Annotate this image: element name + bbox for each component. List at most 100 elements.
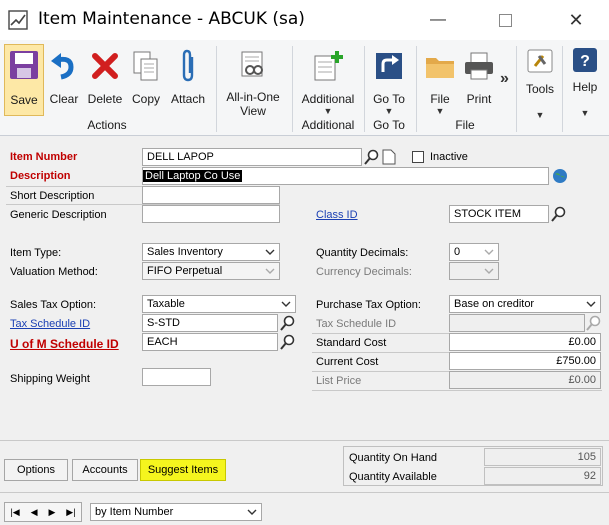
- group-goto: Go To: [373, 118, 405, 132]
- last-record-icon[interactable]: ▶|: [66, 507, 75, 518]
- valuation-method-select[interactable]: FIFO Perpetual: [142, 262, 280, 280]
- close-window-button[interactable]: ✕: [561, 8, 591, 32]
- description-field[interactable]: Dell Laptop Co Use: [142, 167, 549, 185]
- chart-icon: [8, 10, 28, 30]
- divider: [312, 390, 602, 391]
- tools-button[interactable]: Tools ▼: [520, 46, 560, 120]
- standard-cost-field[interactable]: £0.00: [449, 333, 601, 351]
- item-number-label: Item Number: [10, 151, 78, 163]
- uom-schedule-id-field[interactable]: EACH: [142, 333, 278, 351]
- save-icon: [10, 51, 38, 79]
- tax-schedule-id-field[interactable]: S-STD: [142, 314, 278, 332]
- standard-cost-label: Standard Cost: [316, 337, 387, 349]
- divider: [0, 440, 609, 441]
- list-price-label: List Price: [316, 375, 362, 387]
- item-type-value: Sales Inventory: [147, 246, 223, 258]
- folder-icon: [426, 58, 454, 78]
- minimize-button[interactable]: —: [423, 8, 453, 32]
- print-label: Print: [466, 92, 492, 106]
- help-icon: ?: [573, 48, 597, 72]
- short-description-field[interactable]: [142, 186, 280, 204]
- sort-by-value: by Item Number: [95, 506, 174, 518]
- group-actions: Actions: [87, 118, 127, 132]
- item-number-field[interactable]: DELL LAPOP: [142, 148, 362, 166]
- group-additional: Additional: [301, 118, 355, 132]
- ribbon-separator: [292, 46, 293, 132]
- sort-by-select[interactable]: by Item Number: [90, 503, 262, 521]
- class-id-field[interactable]: STOCK ITEM: [449, 205, 549, 223]
- lookup-icon[interactable]: [280, 315, 296, 331]
- chevron-down-icon: [265, 268, 275, 274]
- goto-label: Go To: [373, 92, 405, 106]
- previous-record-icon[interactable]: ◀: [31, 507, 38, 518]
- lookup-icon[interactable]: [551, 206, 567, 222]
- item-type-select[interactable]: Sales Inventory: [142, 243, 280, 261]
- clear-label: Clear: [49, 92, 79, 106]
- window-title: Item Maintenance - ABCUK (sa): [38, 9, 305, 29]
- save-label: Save: [10, 93, 38, 107]
- chevron-down-icon: ▼: [323, 106, 333, 116]
- paperclip-icon: [182, 49, 194, 82]
- quantity-decimals-label: Quantity Decimals:: [316, 247, 409, 259]
- help-label: Help: [572, 80, 598, 94]
- currency-decimals-select[interactable]: [449, 262, 499, 280]
- chevron-down-icon: ▼: [435, 106, 445, 116]
- ribbon-more-button[interactable]: »: [500, 70, 509, 88]
- divider: [312, 352, 450, 353]
- clear-button[interactable]: Clear: [46, 46, 82, 118]
- inactive-checkbox[interactable]: [412, 151, 424, 163]
- tax-schedule-id-link[interactable]: Tax Schedule ID: [10, 318, 90, 330]
- shipping-weight-field[interactable]: [142, 368, 211, 386]
- print-button[interactable]: Print: [460, 46, 498, 118]
- class-id-link[interactable]: Class ID: [316, 209, 358, 221]
- delete-button[interactable]: Delete: [84, 46, 126, 118]
- uom-schedule-id-link[interactable]: U of M Schedule ID: [10, 337, 119, 351]
- ribbon-separator: [562, 46, 563, 132]
- note-icon[interactable]: [382, 149, 396, 165]
- purchase-tax-option-value: Base on creditor: [454, 298, 535, 310]
- attach-button[interactable]: Attach: [166, 46, 210, 118]
- divider: [312, 333, 450, 334]
- goto-button[interactable]: Go To ▼: [368, 46, 410, 118]
- lookup-icon[interactable]: [280, 334, 296, 350]
- sales-tax-option-select[interactable]: Taxable: [142, 295, 296, 313]
- options-button[interactable]: Options: [4, 459, 68, 481]
- accounts-button[interactable]: Accounts: [72, 459, 138, 481]
- record-navigation: |◀ ◀ ▶ ▶|: [4, 502, 82, 522]
- description-value: Dell Laptop Co Use: [143, 170, 243, 182]
- generic-description-field[interactable]: [142, 205, 280, 223]
- all-in-one-view-button[interactable]: All-in-One View: [220, 46, 286, 118]
- lookup-icon[interactable]: [364, 149, 380, 165]
- current-cost-field[interactable]: £750.00: [449, 352, 601, 370]
- copy-button[interactable]: Copy: [128, 46, 164, 118]
- divider: [0, 492, 609, 493]
- ribbon-separator: [364, 46, 365, 132]
- all-in-one-view-label: All-in-One View: [226, 90, 280, 118]
- valuation-method-label: Valuation Method:: [10, 266, 98, 278]
- suggest-items-button[interactable]: Suggest Items: [140, 459, 226, 481]
- save-button[interactable]: Save: [4, 44, 44, 116]
- next-record-icon[interactable]: ▶: [48, 507, 55, 518]
- chevron-down-icon: [484, 249, 494, 255]
- title-bar: Item Maintenance - ABCUK (sa) — ✕: [0, 0, 609, 40]
- quantity-decimals-select[interactable]: 0: [449, 243, 499, 261]
- globe-icon[interactable]: [552, 168, 568, 184]
- chevron-down-icon: [265, 249, 275, 255]
- purchase-tax-schedule-id-field: [449, 314, 585, 332]
- svg-text:?: ?: [580, 53, 590, 70]
- purchase-tax-option-select[interactable]: Base on creditor: [449, 295, 601, 313]
- quantity-on-hand-value: 105: [484, 448, 601, 466]
- file-button[interactable]: File ▼: [420, 46, 460, 118]
- quantity-on-hand-label: Quantity On Hand: [349, 452, 438, 464]
- list-price-field: £0.00: [449, 371, 601, 389]
- file-label: File: [430, 92, 450, 106]
- ribbon-separator: [516, 46, 517, 132]
- help-button[interactable]: ? Help ▼: [566, 46, 604, 118]
- additional-button[interactable]: Additional ▼: [296, 46, 360, 118]
- quantity-available-value: 92: [484, 467, 601, 485]
- chevron-down-icon: [247, 509, 257, 515]
- delete-label: Delete: [87, 92, 123, 106]
- additional-icon: [314, 51, 343, 81]
- first-record-icon[interactable]: |◀: [10, 507, 19, 518]
- maximize-button[interactable]: [490, 8, 520, 32]
